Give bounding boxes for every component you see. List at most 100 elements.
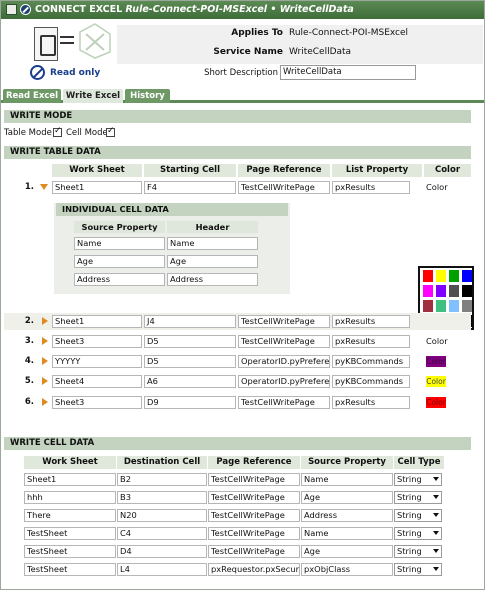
short-description-input[interactable]: WriteCellData [280, 65, 416, 80]
tab-read-excel[interactable]: Read Excel [3, 89, 61, 103]
cell-type-select[interactable]: String [394, 509, 442, 522]
list-property-input[interactable]: pxResults [332, 315, 410, 328]
source-property-input[interactable]: Age [301, 545, 393, 558]
color-link[interactable]: Color [426, 181, 448, 194]
color-swatch[interactable] [462, 270, 472, 282]
cell-type-select[interactable]: String [394, 563, 442, 576]
page-reference-input[interactable]: TestCellWritePage [208, 545, 300, 558]
work-sheet-input[interactable]: Sheet1 [24, 473, 116, 486]
work-sheet-input[interactable]: TestSheet [24, 563, 116, 576]
page-reference-input[interactable]: OperatorID.pyPreference [238, 375, 330, 388]
tab-history[interactable]: History [125, 89, 170, 103]
color-swatch[interactable] [423, 285, 433, 297]
starting-cell-input[interactable]: D5 [144, 355, 236, 368]
starting-cell-input[interactable]: A6 [144, 375, 236, 388]
starting-cell-input[interactable]: J4 [144, 315, 236, 328]
work-sheet-input[interactable]: YYYYY [52, 355, 142, 368]
destination-cell-input[interactable]: B2 [117, 473, 207, 486]
col-source-property: Source Property [74, 221, 165, 233]
title-bar: CONNECT EXCEL Rule-Connect-POI-MSExcel •… [1, 1, 484, 19]
color-swatch[interactable] [423, 300, 433, 312]
destination-cell-input[interactable]: L4 [117, 563, 207, 576]
col-header: Header [167, 221, 258, 233]
cell-type-select[interactable]: String [394, 545, 442, 558]
source-property-input[interactable]: Address [301, 509, 393, 522]
work-sheet-input[interactable]: Sheet3 [52, 335, 142, 348]
page-reference-input[interactable]: TestCellWritePage [208, 527, 300, 540]
header-input[interactable]: Name [167, 237, 258, 250]
cell-type-select[interactable]: String [394, 491, 442, 504]
work-sheet-input[interactable]: TestSheet [24, 527, 116, 540]
starting-cell-input[interactable]: D5 [144, 335, 236, 348]
destination-cell-input[interactable]: C4 [117, 527, 207, 540]
expand-row-icon[interactable] [42, 398, 48, 406]
work-sheet-input[interactable]: Sheet3 [52, 396, 142, 409]
source-property-input[interactable]: Address [74, 273, 165, 286]
tab-strip: Read Excel Write Excel History [1, 89, 484, 103]
source-property-input[interactable]: Name [74, 237, 165, 250]
page-reference-input[interactable]: TestCellWritePage [238, 396, 330, 409]
color-swatch[interactable] [449, 300, 459, 312]
work-sheet-input[interactable]: TestSheet [24, 545, 116, 558]
source-property-input[interactable]: pxObjClass [301, 563, 393, 576]
page-reference-input[interactable]: TestCellWritePage [208, 509, 300, 522]
collapse-row-icon[interactable] [40, 184, 48, 190]
destination-cell-input[interactable]: B3 [117, 491, 207, 504]
col-work-sheet: Work Sheet [24, 456, 116, 469]
page-reference-input[interactable]: OperatorID.pyPreference [238, 355, 330, 368]
page-reference-input[interactable]: TestCellWritePage [238, 335, 330, 348]
expand-row-icon[interactable] [42, 377, 48, 385]
tab-write-excel[interactable]: Write Excel [63, 89, 123, 103]
source-property-input[interactable]: Age [74, 255, 165, 268]
list-property-input[interactable]: pxResults [332, 396, 410, 409]
header-input[interactable]: Address [167, 273, 258, 286]
list-property-input[interactable]: pxResults [332, 181, 410, 194]
color-swatch[interactable] [436, 285, 446, 297]
source-property-input[interactable]: Age [301, 491, 393, 504]
list-property-input[interactable]: pxResults [332, 335, 410, 348]
starting-cell-input[interactable]: D9 [144, 396, 236, 409]
source-property-input[interactable]: Name [301, 527, 393, 540]
color-badge[interactable]: Color [426, 397, 446, 408]
source-property-input[interactable]: Name [301, 473, 393, 486]
expand-row-icon[interactable] [42, 337, 48, 345]
cell-type-select[interactable]: String [394, 527, 442, 540]
dropdown-arrow-icon [433, 567, 439, 571]
color-link[interactable]: Color [426, 335, 448, 348]
cell-mode-checkbox[interactable] [106, 126, 115, 137]
color-swatch[interactable] [462, 285, 472, 297]
work-sheet-input[interactable]: hhh [24, 491, 116, 504]
list-property-input[interactable]: pyKBCommands [332, 375, 410, 388]
page-reference-input[interactable]: TestCellWritePage [238, 315, 330, 328]
individual-cell-header: INDIVIDUAL CELL DATA [56, 203, 288, 216]
cell-type-select[interactable]: String [394, 473, 442, 486]
row-number: 3. [24, 336, 34, 346]
color-swatch[interactable] [449, 285, 459, 297]
destination-cell-input[interactable]: N20 [117, 509, 207, 522]
starting-cell-input[interactable]: F4 [144, 181, 236, 194]
header-input[interactable]: Age [167, 255, 258, 268]
work-sheet-input[interactable]: There [24, 509, 116, 522]
dropdown-arrow-icon [433, 477, 439, 481]
expand-row-icon[interactable] [42, 317, 48, 325]
page-reference-input[interactable]: TestCellWritePage [208, 473, 300, 486]
dropdown-arrow-icon [433, 549, 439, 553]
work-sheet-input[interactable]: Sheet1 [52, 181, 142, 194]
page-reference-input[interactable]: TestCellWritePage [238, 181, 330, 194]
color-swatch[interactable] [449, 270, 459, 282]
color-swatch[interactable] [462, 300, 472, 312]
work-sheet-input[interactable]: Sheet1 [52, 315, 142, 328]
color-swatch[interactable] [436, 270, 446, 282]
color-badge[interactable]: Color [426, 376, 446, 387]
list-property-input[interactable]: pyKBCommands [332, 355, 410, 368]
destination-cell-input[interactable]: D4 [117, 545, 207, 558]
expand-row-icon[interactable] [42, 357, 48, 365]
table-mode-checkbox[interactable] [53, 126, 62, 137]
color-swatch[interactable] [423, 270, 433, 282]
color-swatch[interactable] [436, 300, 446, 312]
select-checkbox[interactable] [6, 4, 17, 15]
color-badge[interactable]: Color [426, 356, 446, 367]
page-reference-input[interactable]: pxRequestor.pxSecuritySr [208, 563, 300, 576]
work-sheet-input[interactable]: Sheet4 [52, 375, 142, 388]
page-reference-input[interactable]: TestCellWritePage [208, 491, 300, 504]
